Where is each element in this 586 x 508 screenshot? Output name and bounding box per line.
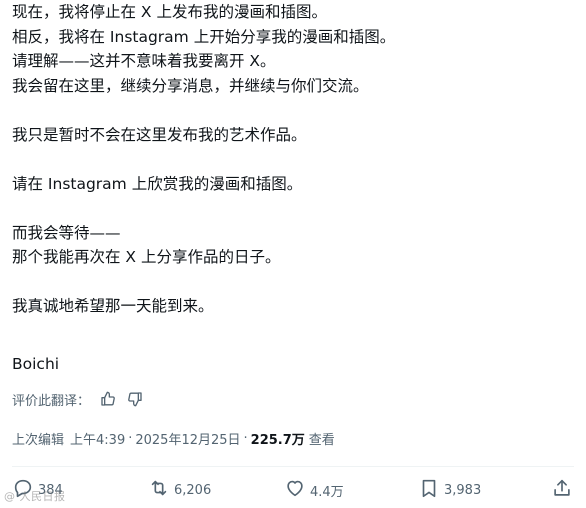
repost-button[interactable]: 6,206 <box>148 478 211 502</box>
views-count: 225.7万 <box>250 432 305 448</box>
post-line: 现在，我将停止在 X 上发布我的漫画和插图。 <box>12 3 327 21</box>
post-text: 现在，我将停止在 X 上发布我的漫画和插图。 相反，我将在 Instagram … <box>12 0 572 319</box>
translation-rating: 评价此翻译： <box>12 388 144 410</box>
post-time[interactable]: 上午4:39 <box>70 429 125 448</box>
post-line: 相反，我将在 Instagram 上开始分享我的漫画和插图。 <box>12 27 396 46</box>
post-line: 我会留在这里，继续分享消息，并继续与你们交流。 <box>12 76 369 95</box>
edited-label[interactable]: 上次编辑 <box>12 429 64 448</box>
action-bar: 384 6,206 4.4万 3,983 <box>0 476 586 504</box>
bookmark-button[interactable]: 3,983 <box>418 478 481 502</box>
post-line: 请在 Instagram 上欣赏我的漫画和插图。 <box>12 174 303 193</box>
watermark: @ 人民日报 <box>4 490 66 503</box>
post-signature: Boichi <box>12 355 60 373</box>
rate-translation-label: 评价此翻译： <box>12 393 91 409</box>
repost-count: 6,206 <box>174 482 212 498</box>
post-date[interactable]: 2025年12月25日 <box>135 429 240 448</box>
divider <box>12 466 574 467</box>
views-label: 查看 <box>308 432 335 448</box>
post-line: 我真诚地希望那一天能到来。 <box>12 297 214 315</box>
heart-icon <box>284 477 306 503</box>
meta-separator: · <box>128 430 133 446</box>
post-line: 请理解——这并不意味着我要离开 X。 <box>12 52 276 70</box>
thumbs-down-icon[interactable] <box>126 390 144 408</box>
like-count: 4.4万 <box>310 484 344 500</box>
share-icon <box>551 477 573 503</box>
share-button[interactable] <box>551 478 573 502</box>
repost-icon <box>148 477 170 503</box>
post-line: 那个我能再次在 X 上分享作品的日子。 <box>12 248 281 266</box>
thumbs-up-icon[interactable] <box>99 390 117 408</box>
bookmark-icon <box>418 477 440 503</box>
post-line: 我只是暂时不会在这里发布我的艺术作品。 <box>12 125 307 144</box>
post-line: 而我会等待—— <box>12 223 121 242</box>
like-button[interactable]: 4.4万 <box>284 478 344 502</box>
bookmark-count: 3,983 <box>444 482 482 498</box>
meta-separator: · <box>243 430 248 446</box>
post-meta: 上次编辑 上午4:39 · 2025年12月25日 · 225.7万 查看 <box>12 427 335 449</box>
